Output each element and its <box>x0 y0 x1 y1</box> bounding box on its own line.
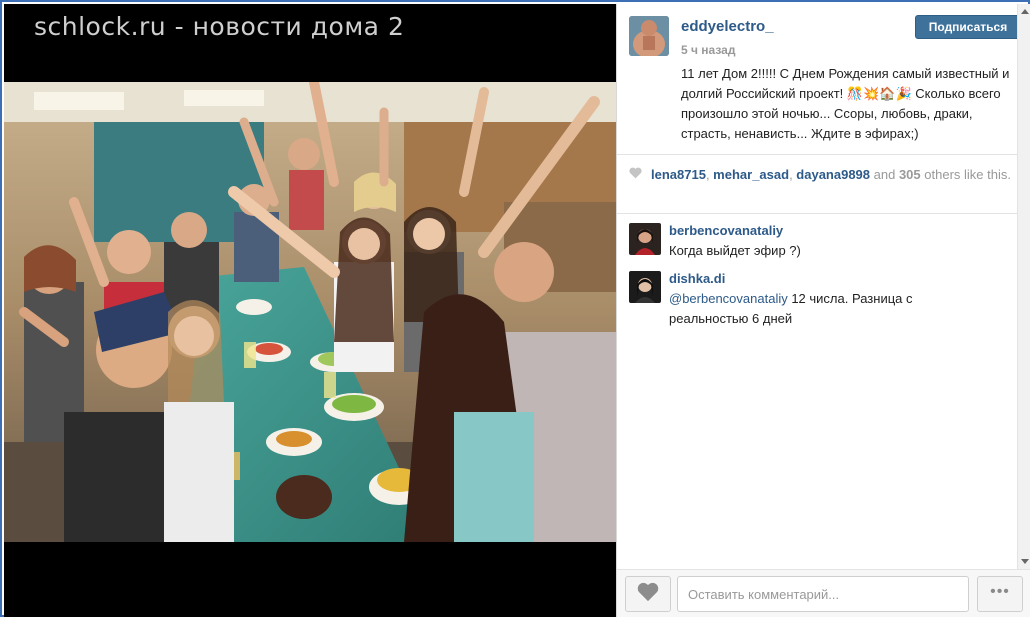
post-timestamp[interactable]: 5 ч назад <box>681 43 735 57</box>
follow-button[interactable]: Подписаться <box>915 15 1021 39</box>
more-options-button[interactable]: ••• <box>977 576 1023 612</box>
author-avatar[interactable] <box>629 16 669 56</box>
heart-icon <box>629 166 643 183</box>
commenter-avatar[interactable] <box>629 271 661 303</box>
post-caption: 11 лет Дом 2!!!!! С Днем Рождения самый … <box>681 66 1010 141</box>
comment-input[interactable] <box>677 576 969 612</box>
divider <box>617 154 1017 155</box>
commenter-avatar[interactable] <box>629 223 661 255</box>
watermark-text: schlock.ru - новости дома 2 <box>34 12 405 41</box>
like-button[interactable] <box>625 576 671 612</box>
post-details-panel: eddyelectro_ 5 ч назад Подписаться 11 ле… <box>616 4 1030 617</box>
divider <box>617 213 1017 214</box>
author-username[interactable]: eddyelectro_ <box>681 18 774 35</box>
mention-link[interactable]: @berbencovanataliy <box>669 291 788 306</box>
comments-scrollbar[interactable] <box>1017 4 1030 569</box>
liker-link[interactable]: mehar_asad <box>713 167 789 182</box>
scroll-thumb[interactable] <box>1020 22 1029 547</box>
comment-text: Когда выйдет эфир ?) <box>669 243 801 258</box>
commenter-username[interactable]: berbencovanataliy <box>669 223 783 238</box>
party-photo-illustration <box>4 82 616 542</box>
commenter-username[interactable]: dishka.di <box>669 271 725 286</box>
liker-link[interactable]: dayana9898 <box>796 167 870 182</box>
post-header: eddyelectro_ 5 ч назад Подписаться 11 ле… <box>617 4 1021 152</box>
liker-link[interactable]: lena8715 <box>651 167 706 182</box>
post-photo[interactable] <box>4 82 616 542</box>
comment-footer: ••• <box>617 569 1030 617</box>
likes-count[interactable]: 305 <box>899 167 921 182</box>
arrow-up-icon[interactable] <box>1021 9 1029 14</box>
arrow-down-icon[interactable] <box>1021 559 1029 564</box>
comment-text: @berbencovanataliy 12 числа. Разница с р… <box>669 291 913 326</box>
media-panel: schlock.ru - новости дома 2 <box>4 4 616 617</box>
avatar-image <box>629 16 669 56</box>
heart-icon <box>637 582 659 607</box>
window-frame: schlock.ru - новости дома 2 eddyelectro_… <box>0 0 1030 617</box>
likes-summary: lena8715, mehar_asad, dayana9898 and 305… <box>629 166 1017 183</box>
